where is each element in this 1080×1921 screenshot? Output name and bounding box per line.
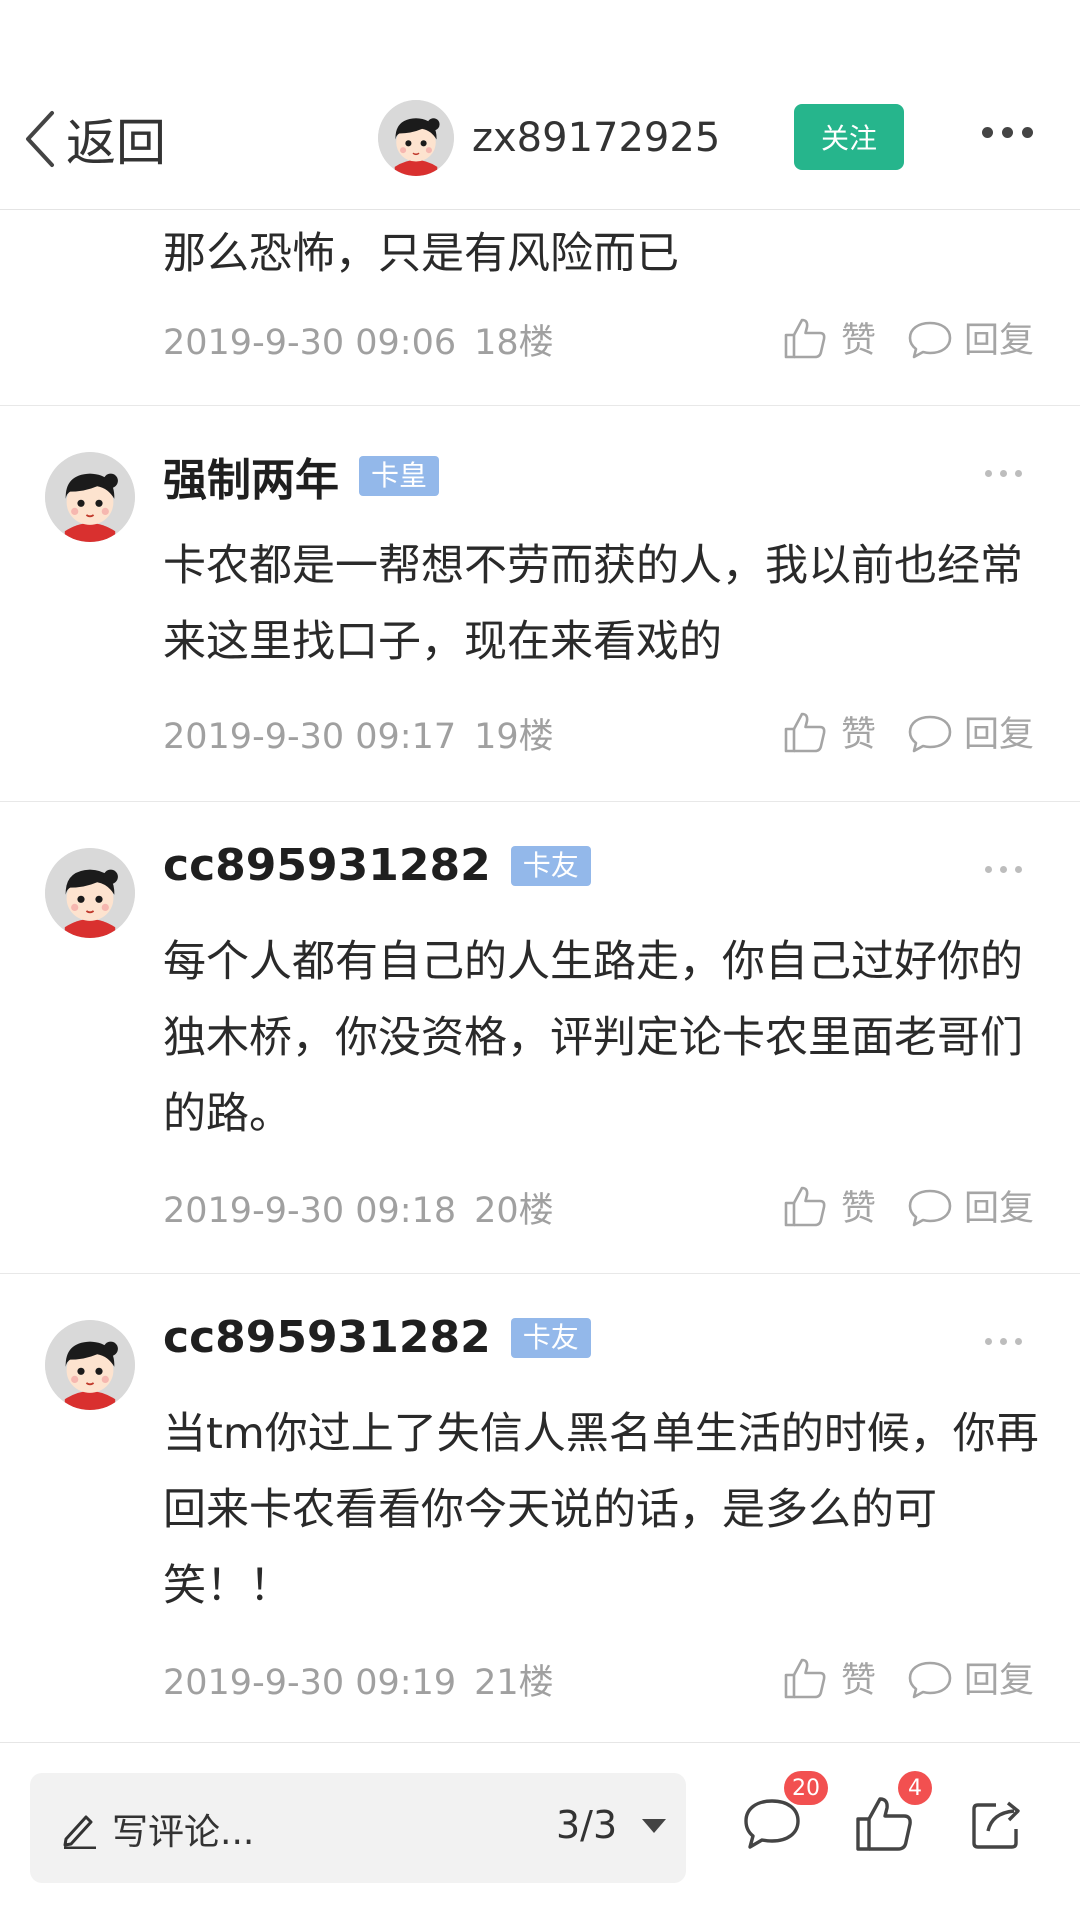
- comment-actions: 赞 回复: [781, 312, 1034, 363]
- author-avatar[interactable]: [378, 100, 454, 176]
- top-bar: 返回 zx89172925 关注: [0, 0, 1080, 210]
- floor-number: 19楼: [474, 717, 554, 757]
- comment-time: 2019-9-30 09:06: [163, 323, 457, 363]
- reply-button[interactable]: 回复: [906, 312, 1034, 363]
- comment-meta: 2019-9-30 09:19 21楼: [163, 1654, 554, 1705]
- author-name[interactable]: zx89172925: [472, 115, 720, 161]
- comment-more-icon[interactable]: [985, 470, 1022, 477]
- comment-header: 强制两年 卡皇: [163, 444, 440, 508]
- comment-more-icon[interactable]: [985, 1338, 1022, 1345]
- reply-label: 回复: [963, 1661, 1034, 1701]
- like-label: 赞: [840, 321, 876, 361]
- comment-more-icon[interactable]: [985, 866, 1022, 873]
- user-level-badge: 卡友: [510, 1317, 591, 1358]
- user-level-badge: 卡友: [510, 845, 591, 886]
- comment-meta: 2019-9-30 09:17 19楼: [163, 708, 554, 759]
- comment-text: 卡农都是一帮想不劳而获的人，我以前也经常来这里找口子，现在来看戏的: [163, 541, 1023, 667]
- user-avatar[interactable]: [45, 848, 135, 938]
- comment-item: 那么恐怖，只是有风险而已 2019-9-30 09:06 18楼 赞 回复: [0, 210, 1080, 406]
- follow-button[interactable]: 关注: [794, 104, 904, 170]
- floor-number: 18楼: [474, 323, 554, 363]
- user-avatar[interactable]: [45, 452, 135, 542]
- reply-button[interactable]: 回复: [906, 1180, 1034, 1231]
- commenter-name[interactable]: cc895931282: [163, 1312, 491, 1363]
- comment-placeholder: 写评论...: [112, 1812, 255, 1853]
- speech-bubble-icon: [906, 1654, 954, 1702]
- comment-actions: 赞 回复: [781, 1652, 1034, 1703]
- comment-item: cc895931282 卡友 每个人都有自己的人生路走，你自己过好你的独木桥，你…: [0, 802, 1080, 1274]
- reply-button[interactable]: 回复: [906, 706, 1034, 757]
- comment-meta: 2019-9-30 09:06 18楼: [163, 314, 554, 365]
- share-icon: [972, 1801, 1020, 1849]
- pencil-icon: [63, 1815, 96, 1849]
- commenter-name[interactable]: 强制两年: [163, 444, 339, 508]
- comment-text: 当tm你过上了失信人黑名单生活的时候，你再回来卡农看看你今天说的话，是多么的可笑…: [163, 1409, 1039, 1611]
- comment-header: cc895931282 卡友: [163, 1312, 591, 1363]
- comment-header: cc895931282 卡友: [163, 840, 591, 891]
- comment-item: 强制两年 卡皇 卡农都是一帮想不劳而获的人，我以前也经常来这里找口子，现在来看戏…: [0, 406, 1080, 802]
- like-button[interactable]: 赞: [781, 312, 906, 363]
- speech-bubble-icon: [906, 314, 954, 362]
- commenter-name[interactable]: cc895931282: [163, 840, 491, 891]
- floor-number: 20楼: [474, 1191, 554, 1231]
- comment-actions: 赞 回复: [781, 706, 1034, 757]
- comment-item: cc895931282 卡友 当tm你过上了失信人黑名单生活的时候，你再回来卡农…: [0, 1274, 1080, 1742]
- like-post-button[interactable]: 4: [852, 1771, 932, 1855]
- comment-count-badge: 20: [784, 1771, 828, 1805]
- reply-button[interactable]: 回复: [906, 1652, 1034, 1703]
- like-count-badge: 4: [898, 1771, 932, 1805]
- comment-text: 每个人都有自己的人生路走，你自己过好你的独木桥，你没资格，评判定论卡农里面老哥们…: [163, 937, 1023, 1139]
- comment-input[interactable]: 写评论... 3/3: [30, 1773, 686, 1883]
- like-button[interactable]: 赞: [781, 1652, 906, 1703]
- more-icon[interactable]: [982, 127, 1033, 138]
- share-button[interactable]: [966, 1791, 1030, 1855]
- floor-number: 21楼: [474, 1663, 554, 1703]
- user-level-badge: 卡皇: [359, 456, 440, 496]
- like-label: 赞: [840, 1189, 876, 1229]
- comment-actions: 赞 回复: [781, 1180, 1034, 1231]
- back-chevron-icon: [26, 111, 54, 167]
- like-button[interactable]: 赞: [781, 1180, 906, 1231]
- bottom-bar: 写评论... 3/3 20 4: [0, 1742, 1080, 1921]
- like-label: 赞: [840, 1661, 876, 1701]
- comment-time: 2019-9-30 09:17: [163, 717, 457, 757]
- speech-bubble-icon: [906, 708, 954, 756]
- page-indicator[interactable]: 3/3: [556, 1803, 617, 1847]
- comment-meta: 2019-9-30 09:18 20楼: [163, 1182, 554, 1233]
- thumbs-up-icon: [781, 708, 829, 756]
- thumbs-up-icon: [781, 1654, 829, 1702]
- comment-time: 2019-9-30 09:19: [163, 1663, 457, 1703]
- dropdown-caret-icon[interactable]: [642, 1819, 666, 1833]
- reply-label: 回复: [963, 715, 1034, 755]
- comments-button[interactable]: 20: [740, 1771, 828, 1855]
- like-button[interactable]: 赞: [781, 706, 906, 757]
- back-button[interactable]: 返回: [22, 104, 166, 174]
- like-label: 赞: [840, 715, 876, 755]
- thumbs-up-icon: [781, 1182, 829, 1230]
- back-label: 返回: [66, 114, 166, 172]
- speech-bubble-icon: [906, 1182, 954, 1230]
- thumbs-up-icon: [781, 314, 829, 362]
- user-avatar[interactable]: [45, 1320, 135, 1410]
- comment-text: 那么恐怖，只是有风险而已: [163, 229, 679, 279]
- author-info[interactable]: zx89172925: [378, 100, 720, 176]
- reply-label: 回复: [963, 321, 1034, 361]
- comment-time: 2019-9-30 09:18: [163, 1191, 457, 1231]
- reply-label: 回复: [963, 1189, 1034, 1229]
